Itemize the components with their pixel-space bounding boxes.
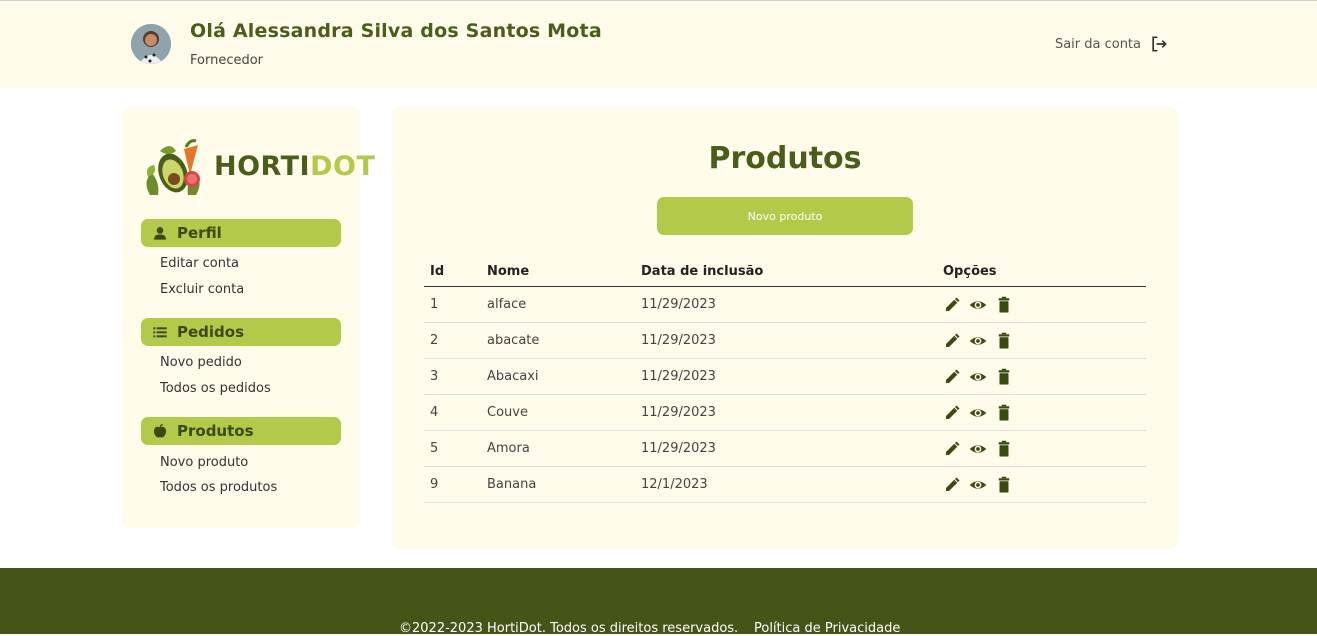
cell-options <box>943 404 1146 422</box>
sidebar-link-todos-os-produtos[interactable]: Todos os produtos <box>160 480 277 495</box>
top-header: Olá Alessandra Silva dos Santos Mota For… <box>0 0 1317 88</box>
sidebar-link-novo-produto[interactable]: Novo produto <box>160 455 248 470</box>
delete-icon[interactable] <box>995 476 1013 494</box>
edit-icon[interactable] <box>943 476 961 494</box>
table-row: 9 Banana 12/1/2023 <box>424 467 1146 503</box>
cell-date: 11/29/2023 <box>641 333 716 348</box>
sidebar: HORTIDOT Perfil Editar conta Excluir con… <box>122 107 375 528</box>
cell-name: Amora <box>487 441 530 456</box>
logout-button[interactable]: Sair da conta <box>1055 34 1169 54</box>
cell-date: 11/29/2023 <box>641 441 716 456</box>
sidebar-section-label: Pedidos <box>177 323 245 341</box>
cell-name: Couve <box>487 405 528 420</box>
edit-icon[interactable] <box>943 440 961 458</box>
avatar[interactable] <box>131 24 171 64</box>
logout-label: Sair da conta <box>1054 36 1141 52</box>
table-header: Id Nome Data de inclusão Opções <box>424 256 1146 287</box>
apple-icon <box>153 423 167 438</box>
cell-date: 12/1/2023 <box>641 477 708 492</box>
cell-id: 1 <box>430 297 439 312</box>
logout-icon <box>1152 36 1167 52</box>
cell-name: Abacaxi <box>487 369 539 384</box>
cell-name: alface <box>487 297 527 312</box>
cell-options <box>943 296 1146 314</box>
cell-id: 3 <box>430 369 439 384</box>
view-icon[interactable] <box>969 296 987 314</box>
cell-id: 4 <box>430 405 439 420</box>
table-row: 3 Abacaxi 11/29/2023 <box>424 359 1146 395</box>
cell-date: 11/29/2023 <box>641 369 716 384</box>
sidebar-section-pedidos[interactable]: Pedidos <box>141 318 341 346</box>
edit-icon[interactable] <box>943 368 961 386</box>
table-row: 5 Amora 11/29/2023 <box>424 431 1146 467</box>
delete-icon[interactable] <box>995 440 1013 458</box>
greeting-title: Olá Alessandra Silva dos Santos Mota <box>190 20 602 42</box>
table-row: 2 abacate 11/29/2023 <box>424 323 1146 359</box>
sidebar-section-produtos[interactable]: Produtos <box>141 417 341 445</box>
sidebar-link-excluir-conta[interactable]: Excluir conta <box>160 282 244 297</box>
delete-icon[interactable] <box>995 404 1013 422</box>
list-icon <box>153 327 167 338</box>
hortidot-logo[interactable]: HORTIDOT <box>140 137 375 201</box>
column-header-opcoes: Opções <box>943 263 997 279</box>
cell-id: 9 <box>430 477 439 492</box>
logo-text-dot: DOT <box>310 151 376 182</box>
table-row: 4 Couve 11/29/2023 <box>424 395 1146 431</box>
cell-options <box>943 440 1146 458</box>
logo-text: HORTIDOT <box>214 151 375 182</box>
sidebar-section-label: Produtos <box>177 422 254 440</box>
cell-date: 11/29/2023 <box>641 405 716 420</box>
cell-id: 2 <box>430 333 439 348</box>
main-panel: Produtos Novo produto Id Nome Data de in… <box>392 107 1178 549</box>
column-header-data: Data de inclusão <box>641 263 764 279</box>
sidebar-section-perfil[interactable]: Perfil <box>141 219 341 247</box>
view-icon[interactable] <box>969 404 987 422</box>
table-body: 1 alface 11/29/2023 2 abacate 11/29/2023 3 Abac… <box>424 287 1146 503</box>
products-table: Id Nome Data de inclusão Opções 1 alface 1… <box>424 256 1146 503</box>
delete-icon[interactable] <box>995 296 1013 314</box>
new-product-button[interactable]: Novo produto <box>657 197 913 235</box>
footer: ©2022-2023 HortiDot. Todos os direitos r… <box>0 568 1317 636</box>
sidebar-section-label: Perfil <box>177 224 222 242</box>
view-icon[interactable] <box>969 368 987 386</box>
sidebar-link-novo-pedido[interactable]: Novo pedido <box>160 355 242 370</box>
view-icon[interactable] <box>969 332 987 350</box>
logo-icon <box>146 139 200 195</box>
delete-icon[interactable] <box>995 332 1013 350</box>
column-header-nome: Nome <box>487 263 530 279</box>
edit-icon[interactable] <box>943 404 961 422</box>
table-row: 1 alface 11/29/2023 <box>424 287 1146 323</box>
user-photo <box>131 24 171 64</box>
cell-options <box>943 332 1146 350</box>
view-icon[interactable] <box>969 440 987 458</box>
cell-name: Banana <box>487 477 537 492</box>
edit-icon[interactable] <box>943 296 961 314</box>
delete-icon[interactable] <box>995 368 1013 386</box>
user-role: Fornecedor <box>190 53 264 68</box>
view-icon[interactable] <box>969 476 987 494</box>
cell-id: 5 <box>430 441 439 456</box>
cell-options <box>943 476 1146 494</box>
sidebar-link-todos-os-pedidos[interactable]: Todos os pedidos <box>160 381 271 396</box>
sidebar-link-editar-conta[interactable]: Editar conta <box>160 256 239 271</box>
cell-name: abacate <box>487 333 540 348</box>
logo-text-horti: HORTI <box>214 151 311 182</box>
column-header-id: Id <box>430 263 445 279</box>
page-title: Produtos <box>708 141 862 176</box>
cell-options <box>943 368 1146 386</box>
cell-date: 11/29/2023 <box>641 297 716 312</box>
person-icon <box>154 227 166 240</box>
edit-icon[interactable] <box>943 332 961 350</box>
